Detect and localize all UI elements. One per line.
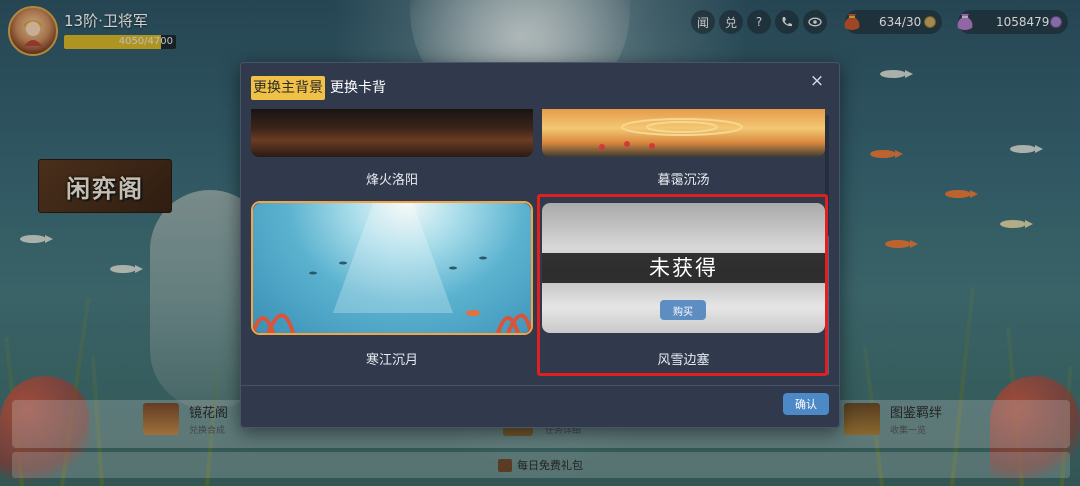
card-image bbox=[251, 109, 533, 157]
card-label: 寒江沉月 bbox=[365, 353, 418, 368]
card-image: 未获得 购买 bbox=[542, 203, 825, 333]
confirm-button[interactable]: 确认 bbox=[783, 393, 829, 415]
background-card-cold-river-moon[interactable]: 寒江沉月 bbox=[251, 201, 533, 377]
grid-scrollbar[interactable] bbox=[825, 115, 829, 375]
card-label: 烽火洛阳 bbox=[365, 173, 418, 188]
background-card-dusk-soup[interactable]: 暮霭沉汤 bbox=[542, 109, 825, 189]
buy-button[interactable]: 购买 bbox=[660, 300, 706, 320]
background-grid: 烽火洛阳 暮霭沉汤 寒江沉月 未获得 购买 风雪边塞 bbox=[241, 109, 839, 389]
card-image bbox=[542, 109, 825, 157]
close-icon[interactable]: × bbox=[807, 71, 827, 91]
background-select-dialog: × 更换主背景 更换卡背 烽火洛阳 暮霭沉汤 寒江沉月 未获得 购买 风雪边塞 … bbox=[240, 62, 840, 428]
scrollbar-thumb[interactable] bbox=[825, 235, 829, 375]
card-label: 风雪边塞 bbox=[657, 353, 710, 368]
dialog-tabs: 更换主背景 更换卡背 bbox=[251, 76, 391, 100]
background-card-snow-frontier[interactable]: 未获得 购买 风雪边塞 bbox=[542, 201, 825, 377]
tab-main-background[interactable]: 更换主背景 bbox=[251, 76, 325, 100]
selected-border bbox=[251, 201, 533, 335]
card-label: 暮霭沉汤 bbox=[657, 173, 710, 188]
background-card-beacon-luoyang[interactable]: 烽火洛阳 bbox=[251, 109, 533, 189]
dialog-divider bbox=[241, 385, 839, 386]
not-obtained-overlay: 未获得 bbox=[542, 253, 825, 283]
tab-card-back[interactable]: 更换卡背 bbox=[328, 76, 388, 100]
